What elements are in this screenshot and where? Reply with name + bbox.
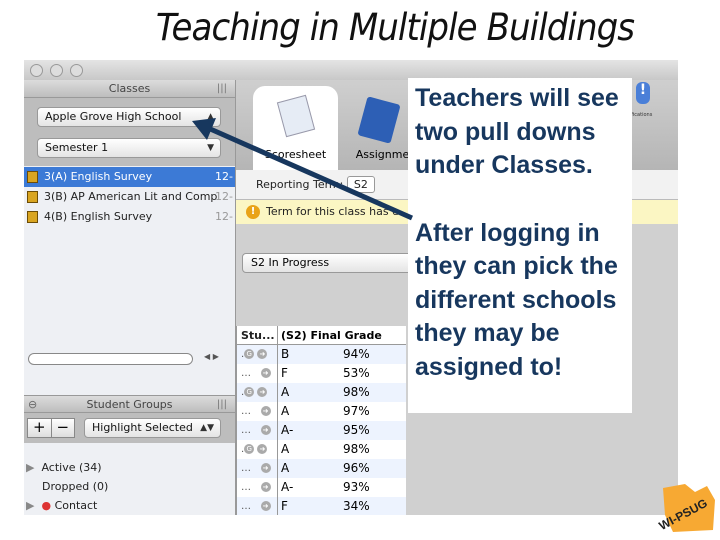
arrow-annotation <box>192 118 414 221</box>
wi-psug-logo: WI-PSUG <box>657 484 715 533</box>
